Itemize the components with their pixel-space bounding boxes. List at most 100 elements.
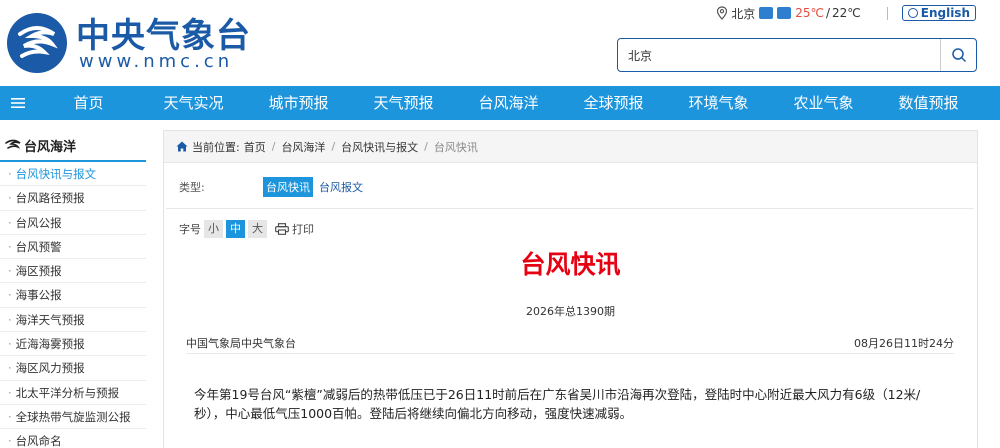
sidebar-item-naming[interactable]: · 台风命名 bbox=[0, 429, 146, 448]
bullet-icon: · bbox=[8, 239, 12, 254]
english-button[interactable]: English bbox=[901, 5, 976, 21]
bullet-icon: · bbox=[8, 264, 12, 279]
sidebar-item-global-cyclone[interactable]: · 全球热带气旋监测公报 bbox=[0, 405, 146, 430]
menu-button[interactable] bbox=[0, 97, 36, 109]
main-content: 当前位置: 首页 / 台风海洋 / 台风快讯与报文 / 台风快讯 类型: 台风快… bbox=[163, 130, 978, 448]
bullet-icon: · bbox=[8, 337, 12, 352]
breadcrumb-typhoon-news[interactable]: 台风快讯与报文 bbox=[341, 139, 418, 155]
sidebar-item-label: 北太平洋分析与预报 bbox=[15, 385, 120, 400]
type-tag-typhoon-news[interactable]: 台风快讯 bbox=[263, 177, 313, 197]
sidebar-item-label: 台风预警 bbox=[15, 239, 62, 254]
temp-separator: / bbox=[825, 6, 830, 20]
breadcrumb-current: 台风快讯 bbox=[433, 140, 478, 154]
type-label: 类型: bbox=[179, 181, 205, 194]
nav-item-home[interactable]: 首页 bbox=[36, 86, 141, 120]
divider bbox=[886, 6, 888, 20]
weather-city[interactable]: 北京 bbox=[731, 5, 755, 22]
nav-item-numerical[interactable]: 数值预报 bbox=[876, 86, 981, 120]
nmc-logo-icon[interactable] bbox=[6, 12, 68, 74]
article-body: 今年第19号台风“紫檀”减弱后的热带低压已于26日11时前后在广东省吴川市沿海再… bbox=[194, 387, 921, 421]
site-header: 中央气象台 www.nmc.cn 北京 25℃ / 22℃ English bbox=[0, 0, 1000, 86]
brand-name-cn[interactable]: 中央气象台 bbox=[76, 16, 251, 56]
article-meta: 中国气象局中央气象台 08月26日11时24分 bbox=[186, 335, 954, 353]
sidebar-item-label: 海洋天气预报 bbox=[15, 312, 85, 327]
font-size-small-button[interactable]: 小 bbox=[204, 220, 223, 238]
divider bbox=[186, 353, 954, 354]
sidebar-item-bulletin[interactable]: · 台风公报 bbox=[0, 211, 146, 235]
search-button[interactable] bbox=[940, 39, 976, 71]
globe-icon bbox=[907, 8, 918, 18]
sidebar-item-typhoon-news[interactable]: · 台风快讯与报文 bbox=[0, 162, 146, 187]
temp-high: 25℃ bbox=[795, 6, 824, 20]
sidebar-item-north-pacific[interactable]: · 北太平洋分析与预报 bbox=[0, 381, 146, 405]
location-pin-icon bbox=[717, 6, 728, 20]
breadcrumb-sep: / bbox=[424, 140, 428, 153]
search-input[interactable] bbox=[618, 39, 940, 71]
font-size-medium-button[interactable]: 中 bbox=[226, 220, 245, 238]
breadcrumb: 当前位置: 首页 / 台风海洋 / 台风快讯与报文 / 台风快讯 bbox=[164, 131, 977, 163]
nav-item-observations[interactable]: 天气实况 bbox=[141, 86, 246, 120]
sidebar-item-warning[interactable]: · 台风预警 bbox=[0, 235, 146, 260]
type-tag-typhoon-report[interactable]: 台风报文 bbox=[316, 177, 366, 197]
sidebar-item-track-forecast[interactable]: · 台风路径预报 bbox=[0, 186, 146, 211]
print-button[interactable]: 打印 bbox=[275, 221, 314, 237]
sidebar-item-wind[interactable]: · 海区风力预报 bbox=[0, 356, 146, 381]
printer-icon bbox=[275, 223, 289, 235]
breadcrumb-sep: / bbox=[331, 140, 336, 153]
bullet-icon: · bbox=[8, 312, 12, 327]
nav-item-city-forecast[interactable]: 城市预报 bbox=[246, 86, 351, 120]
sidebar-item-maritime[interactable]: · 海事公报 bbox=[0, 283, 146, 308]
sidebar-title: 台风海洋 bbox=[24, 139, 77, 155]
type-filter: 类型: 台风快讯 台风报文 bbox=[179, 177, 369, 197]
bullet-icon: · bbox=[8, 167, 12, 181]
divider bbox=[166, 208, 974, 209]
cloudy-weather-icon bbox=[759, 7, 774, 19]
weather-widget: 北京 25℃ / 22℃ English bbox=[716, 4, 976, 22]
bullet-icon: · bbox=[8, 409, 12, 424]
font-size-controls: 字号 小 中 大 打印 bbox=[179, 220, 314, 238]
sidebar-item-label: 海事公报 bbox=[15, 288, 62, 303]
nav-item-environment[interactable]: 环境气象 bbox=[666, 86, 771, 120]
font-size-label: 字号 bbox=[179, 223, 201, 236]
english-label: English bbox=[920, 6, 970, 20]
search-box bbox=[617, 38, 977, 72]
sidebar-item-sea-forecast[interactable]: · 海区预报 bbox=[0, 259, 146, 284]
typhoon-icon bbox=[5, 139, 21, 149]
bullet-icon: · bbox=[8, 215, 12, 230]
sidebar-header: 台风海洋 bbox=[0, 130, 146, 162]
sidebar-item-fog[interactable]: · 近海海雾预报 bbox=[0, 332, 146, 357]
nav-item-typhoon-ocean[interactable]: 台风海洋 bbox=[456, 86, 561, 120]
home-icon bbox=[176, 141, 188, 152]
bullet-icon: · bbox=[8, 385, 12, 400]
brand-url[interactable]: www.nmc.cn bbox=[79, 51, 233, 73]
sidebar-item-label: 海区风力预报 bbox=[15, 361, 85, 376]
font-size-large-button[interactable]: 大 bbox=[248, 220, 267, 238]
main-nav: 首页 天气实况 城市预报 天气预报 台风海洋 全球预报 环境气象 农业气象 数值… bbox=[0, 86, 1000, 120]
bullet-icon: · bbox=[8, 191, 12, 206]
breadcrumb-home[interactable]: 首页 bbox=[244, 139, 266, 155]
search-icon bbox=[951, 48, 966, 63]
temp-low: 22℃ bbox=[832, 6, 861, 20]
sidebar: 台风海洋 · 台风快讯与报文 · 台风路径预报 · 台风公报 · 台风预警 · 海区预报 … bbox=[0, 130, 146, 448]
sidebar-item-label: 近海海雾预报 bbox=[15, 337, 85, 352]
breadcrumb-sep: / bbox=[271, 140, 276, 153]
article-source: 中国气象局中央气象台 bbox=[186, 337, 296, 350]
sidebar-item-label: 台风公报 bbox=[15, 215, 62, 230]
bullet-icon: · bbox=[8, 434, 12, 448]
sidebar-item-label: 全球热带气旋监测公报 bbox=[15, 409, 131, 424]
sidebar-item-ocean-weather[interactable]: · 海洋天气预报 bbox=[0, 308, 146, 333]
print-label: 打印 bbox=[292, 223, 314, 236]
article-time: 08月26日11时24分 bbox=[854, 337, 954, 350]
nav-item-weather-forecast[interactable]: 天气预报 bbox=[351, 86, 456, 120]
breadcrumb-label: 当前位置: bbox=[192, 140, 240, 154]
bullet-icon: · bbox=[8, 361, 12, 376]
nav-item-agriculture[interactable]: 农业气象 bbox=[771, 86, 876, 120]
bullet-icon: · bbox=[8, 288, 12, 303]
article-title: 台风快讯 bbox=[520, 250, 621, 279]
sidebar-item-label: 台风命名 bbox=[15, 434, 62, 448]
rain-weather-icon bbox=[777, 7, 792, 19]
breadcrumb-typhoon-ocean[interactable]: 台风海洋 bbox=[281, 139, 325, 155]
sidebar-item-label: 海区预报 bbox=[15, 264, 62, 279]
nav-item-global-forecast[interactable]: 全球预报 bbox=[561, 86, 666, 120]
hamburger-menu-icon bbox=[11, 98, 25, 108]
